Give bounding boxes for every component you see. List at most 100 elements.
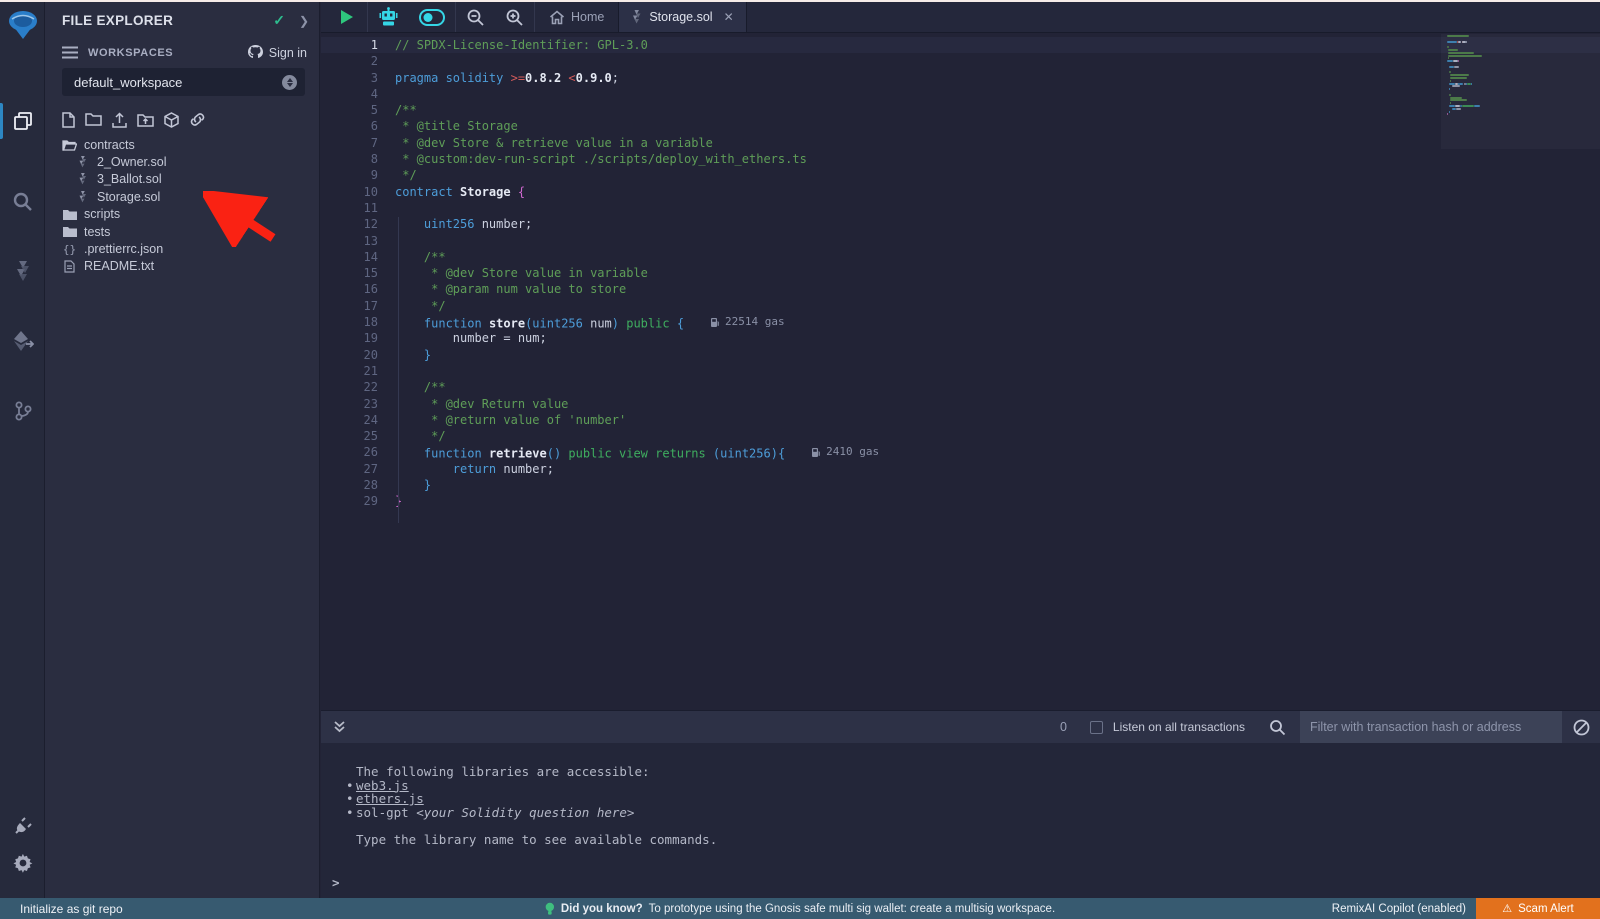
line-number: 14 xyxy=(321,249,378,265)
transaction-filter-input[interactable] xyxy=(1300,711,1562,744)
copilot-status[interactable]: RemixAI Copilot (enabled) xyxy=(1332,903,1466,915)
terminal-prompt[interactable]: > xyxy=(332,875,340,890)
code-line: 7 * @dev Store & retrieve value in a var… xyxy=(321,135,1600,151)
panel-title: FILE EXPLORER xyxy=(62,13,173,28)
upload-file-icon[interactable] xyxy=(112,112,127,128)
code-line: 22 /** xyxy=(321,379,1600,395)
gas-estimate-badge: 22514 gas xyxy=(710,314,785,330)
zoom-in-icon[interactable] xyxy=(495,2,534,32)
bullet: • xyxy=(346,806,354,820)
tree-item-label: 2_Owner.sol xyxy=(97,155,166,169)
file-text-icon xyxy=(62,260,77,273)
code-line: 27 return number; xyxy=(321,461,1600,477)
git-icon[interactable] xyxy=(0,394,45,428)
tree-item-readme-txt[interactable]: README.txt xyxy=(45,258,319,275)
solidity-icon xyxy=(75,173,90,185)
tree-item-scripts[interactable]: scripts xyxy=(45,206,319,223)
code-line: 9 */ xyxy=(321,167,1600,183)
line-number: 4 xyxy=(321,86,378,102)
ai-copilot-robot-icon[interactable] xyxy=(368,2,409,32)
braces-icon: {} xyxy=(62,243,77,256)
init-git-repo-button[interactable]: Initialize as git repo xyxy=(20,902,123,916)
minimap-line xyxy=(1447,85,1460,87)
new-folder-icon[interactable] xyxy=(85,112,102,128)
tab-active-label: Storage.sol xyxy=(649,10,712,24)
solidity-icon xyxy=(75,156,90,168)
workspaces-menu-icon[interactable] xyxy=(62,46,78,59)
panel-expand-icon[interactable]: ❯ xyxy=(299,14,309,28)
minimap-line xyxy=(1447,94,1451,96)
code-line: 12 uint256 number; xyxy=(321,216,1600,232)
workspace-caret-icon xyxy=(282,75,297,90)
tree-item--prettierrc-json[interactable]: {}.prettierrc.json xyxy=(45,240,319,257)
minimap-line xyxy=(1447,83,1472,85)
listen-all-checkbox[interactable] xyxy=(1090,721,1103,734)
line-number: 18 xyxy=(321,314,378,330)
window-top-edge xyxy=(0,0,1600,2)
code-line: 17 */ xyxy=(321,298,1600,314)
terminal[interactable]: The following libraries are accessible: … xyxy=(321,743,1600,898)
code-line: 1// SPDX-License-Identifier: GPL-3.0 xyxy=(321,37,1600,53)
code-line: 28 } xyxy=(321,477,1600,493)
new-file-icon[interactable] xyxy=(62,112,75,128)
scam-alert-label: Scam Alert xyxy=(1518,903,1574,915)
code-line: 13 xyxy=(321,233,1600,249)
line-number: 29 xyxy=(321,493,378,509)
code-line: 8 * @custom:dev-run-script ./scripts/dep… xyxy=(321,151,1600,167)
minimap[interactable] xyxy=(1447,35,1535,235)
minimap-line xyxy=(1447,88,1450,90)
minimap-line xyxy=(1447,113,1448,115)
terminal-search-icon[interactable] xyxy=(1269,719,1286,736)
settings-gear-icon[interactable] xyxy=(0,846,45,880)
minimap-line xyxy=(1447,97,1462,99)
sign-in-button[interactable]: Sign in xyxy=(247,45,307,60)
terminal-library-list: •web3.js•ethers.js•sol-gpt <your Solidit… xyxy=(321,779,1600,820)
line-number: 10 xyxy=(321,184,378,200)
minimap-line xyxy=(1447,35,1469,37)
search-icon[interactable] xyxy=(0,184,45,218)
tab-home[interactable]: Home xyxy=(535,2,618,32)
tree-item-label: contracts xyxy=(84,138,135,152)
upload-folder-icon[interactable] xyxy=(137,112,154,128)
terminal-collapse-icon[interactable] xyxy=(333,720,346,734)
copilot-toggle[interactable] xyxy=(409,2,455,32)
file-explorer-icon[interactable] xyxy=(0,104,45,138)
status-bar: Initialize as git repo Did you know? To … xyxy=(0,898,1600,919)
line-number: 20 xyxy=(321,347,378,363)
tree-item-storage-sol[interactable]: Storage.sol xyxy=(45,188,319,205)
minimap-line xyxy=(1447,102,1451,104)
code-line: 10contract Storage { xyxy=(321,184,1600,200)
tab-storage-sol[interactable]: Storage.sol ✕ xyxy=(618,2,746,32)
remix-logo-icon[interactable] xyxy=(0,8,45,42)
code-line: 6 * @title Storage xyxy=(321,118,1600,134)
tab-close-icon[interactable]: ✕ xyxy=(724,10,734,24)
tree-item-contracts[interactable]: contracts xyxy=(45,136,319,153)
did-you-know-tip: Did you know? To prototype using the Gno… xyxy=(545,902,1055,916)
zoom-out-icon[interactable] xyxy=(456,2,495,32)
plugin-manager-icon[interactable] xyxy=(0,810,45,844)
line-number: 24 xyxy=(321,412,378,428)
solidity-compiler-icon[interactable] xyxy=(0,254,45,288)
editor-toolbar: Home Storage.sol ✕ xyxy=(321,2,1600,33)
gas-estimate-badge: 2410 gas xyxy=(811,444,879,460)
deploy-run-icon[interactable] xyxy=(0,324,45,358)
run-script-button[interactable] xyxy=(321,2,367,32)
folder-open-icon xyxy=(62,139,77,151)
workspaces-row: WORKSPACES Sign in xyxy=(62,45,307,60)
code-editor[interactable]: 1// SPDX-License-Identifier: GPL-3.023pr… xyxy=(321,34,1600,688)
import-link-icon[interactable] xyxy=(189,112,206,128)
minimap-line xyxy=(1447,46,1449,48)
minimap-line xyxy=(1447,60,1458,62)
line-number: 22 xyxy=(321,379,378,395)
tree-item-3-ballot-sol[interactable]: 3_Ballot.sol xyxy=(45,171,319,188)
minimap-line xyxy=(1447,74,1469,76)
import-ipfs-icon[interactable] xyxy=(164,112,179,128)
terminal-line: The following libraries are accessible: xyxy=(356,765,1600,779)
clear-console-icon[interactable] xyxy=(1562,719,1600,736)
workspace-select[interactable]: default_workspace xyxy=(62,68,305,96)
tree-item-tests[interactable]: tests xyxy=(45,223,319,240)
tree-item-2-owner-sol[interactable]: 2_Owner.sol xyxy=(45,153,319,170)
code-line: 20 } xyxy=(321,347,1600,363)
scam-alert-button[interactable]: ⚠ Scam Alert xyxy=(1476,898,1600,919)
bullet: • xyxy=(346,792,354,806)
